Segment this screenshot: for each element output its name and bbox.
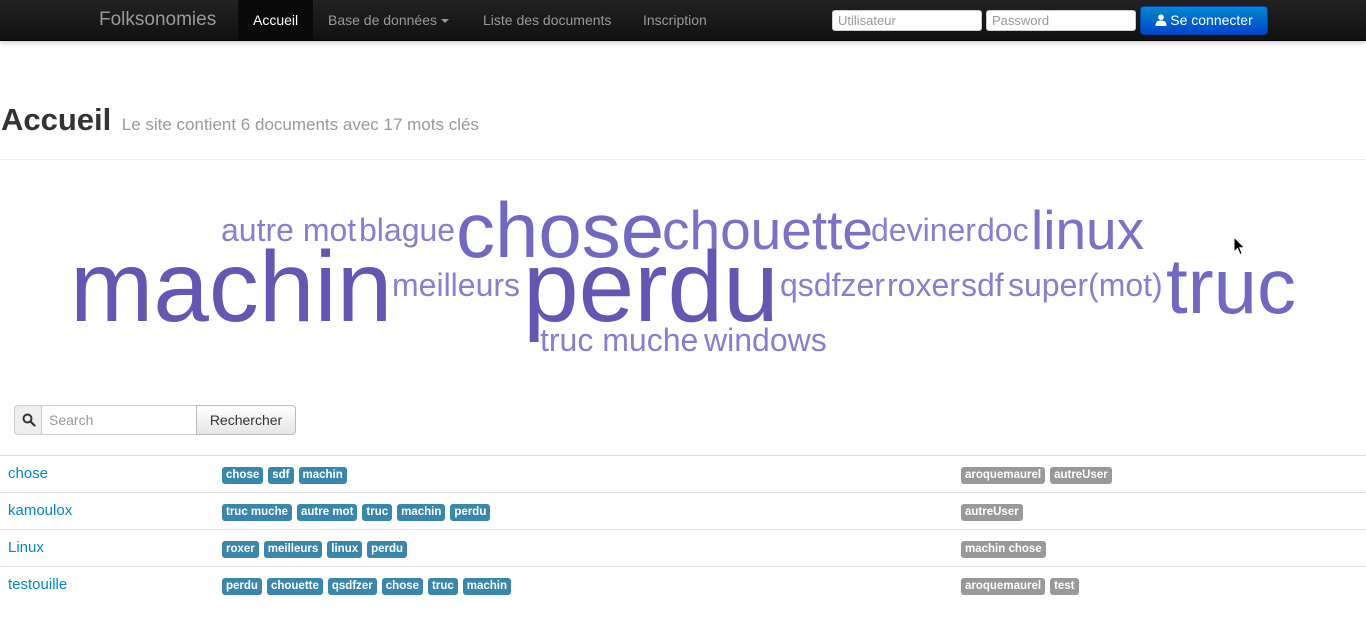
user-badge[interactable]: machin chose	[961, 541, 1046, 558]
cloud-word-super-mot[interactable]: super(mot)	[1008, 269, 1163, 301]
mouse-pointer-icon	[1233, 236, 1246, 256]
documents-table: chose chose sdf machin aroquemaurel autreUs…	[0, 455, 1366, 603]
page-header: Accueil Le site contient 6 documents ave…	[0, 102, 1366, 138]
cloud-word-qsdfzer[interactable]: qsdfzer	[780, 269, 885, 301]
nav-item-liste-des-documents[interactable]: Liste des documents	[468, 0, 626, 40]
document-users: machin chose	[961, 541, 1051, 558]
document-users: autreUser	[961, 504, 1028, 521]
document-tags: chose sdf machin	[222, 467, 352, 484]
user-badge[interactable]: autreUser	[961, 504, 1023, 521]
nav-item-label: Inscription	[643, 12, 707, 28]
document-tags: roxer meilleurs linux perdu	[222, 541, 412, 558]
document-title-link[interactable]: testouille	[8, 576, 67, 593]
document-title-link[interactable]: kamoulox	[8, 502, 72, 519]
tag-badge[interactable]: roxer	[222, 541, 259, 558]
password-input[interactable]	[986, 10, 1136, 31]
cloud-word-sdf[interactable]: sdf	[961, 269, 1004, 301]
search-addon	[14, 405, 42, 435]
tag-badge[interactable]: machin	[298, 467, 347, 484]
nav-item-label: Accueil	[253, 12, 299, 28]
table-row: chose chose sdf machin aroquemaurel autreUs…	[0, 455, 1366, 492]
page-title: Accueil	[1, 102, 112, 137]
cloud-word-doc[interactable]: doc	[977, 214, 1029, 246]
cloud-word-deviner[interactable]: deviner	[871, 214, 976, 246]
table-row: Linux roxer meilleurs linux perdu machin ch…	[0, 529, 1366, 566]
cloud-word-windows[interactable]: windows	[704, 324, 827, 356]
user-badge[interactable]: aroquemaurel	[961, 578, 1046, 595]
cloud-word-meilleurs[interactable]: meilleurs	[392, 269, 520, 301]
login-button-label: Se connecter	[1170, 12, 1253, 28]
tag-badge[interactable]: meilleurs	[263, 541, 323, 558]
nav-item-label: Liste des documents	[483, 12, 612, 28]
tag-badge[interactable]: perdu	[222, 578, 262, 595]
tag-badge[interactable]: chose	[381, 578, 424, 595]
cloud-word-linux[interactable]: linux	[1031, 203, 1144, 258]
tag-badge[interactable]: perdu	[450, 504, 491, 521]
nav-item-accueil[interactable]: Accueil	[238, 0, 314, 40]
tag-badge[interactable]: chose	[222, 467, 264, 484]
nav-item-inscription[interactable]: Inscription	[628, 0, 722, 40]
tag-badge[interactable]: sdf	[268, 467, 294, 484]
user-badge[interactable]: autreUser	[1050, 467, 1112, 484]
tag-badge[interactable]: machin	[397, 504, 446, 521]
tag-badge[interactable]: truc	[428, 578, 458, 595]
caret-down-icon	[440, 19, 449, 24]
cloud-word-truc-muche[interactable]: truc muche	[540, 324, 698, 356]
tag-badge[interactable]: autre mot	[297, 504, 358, 521]
table-row: kamoulox truc muche autre mot truc machin pe…	[0, 492, 1366, 529]
document-title-link[interactable]: chose	[8, 465, 48, 482]
table-row: testouille perdu chouette qsdfzer chose truc…	[0, 566, 1366, 603]
user-badge[interactable]: test	[1050, 578, 1079, 595]
tag-badge[interactable]: qsdfzer	[327, 578, 377, 595]
document-tags: perdu chouette qsdfzer chose truc machin	[222, 578, 516, 595]
document-title-link[interactable]: Linux	[8, 539, 44, 556]
document-tags: truc muche autre mot truc machin perdu	[222, 504, 495, 521]
brand-link[interactable]: Folksonomies	[99, 9, 216, 31]
page-subtitle: Le site contient 6 documents avec 17 mot…	[121, 115, 479, 134]
user-badge[interactable]: aroquemaurel	[961, 467, 1046, 484]
document-users: aroquemaurel test	[961, 578, 1084, 595]
search-button[interactable]: Rechercher	[196, 405, 296, 435]
tag-badge[interactable]: truc muche	[222, 504, 292, 521]
nav-item-base-de-donnees[interactable]: Base de données	[313, 0, 464, 40]
top-navbar: Folksonomies Accueil Base de données Lis…	[0, 0, 1366, 41]
search-icon	[22, 413, 36, 427]
tag-badge[interactable]: chouette	[266, 578, 323, 595]
cloud-word-roxer[interactable]: roxer	[887, 269, 960, 301]
cloud-word-machin[interactable]: machin	[70, 237, 392, 337]
user-icon	[1155, 14, 1167, 26]
tag-badge[interactable]: truc	[362, 504, 393, 521]
tag-badge[interactable]: perdu	[367, 541, 408, 558]
tag-badge[interactable]: linux	[327, 541, 363, 558]
login-button[interactable]: Se connecter	[1140, 6, 1268, 35]
nav-item-label: Base de données	[328, 12, 437, 28]
document-users: aroquemaurel autreUser	[961, 467, 1117, 484]
username-input[interactable]	[832, 10, 982, 31]
tag-badge[interactable]: machin	[462, 578, 512, 595]
header-divider	[0, 159, 1366, 160]
cloud-word-truc[interactable]: truc	[1166, 247, 1296, 325]
search-input[interactable]	[41, 405, 197, 435]
